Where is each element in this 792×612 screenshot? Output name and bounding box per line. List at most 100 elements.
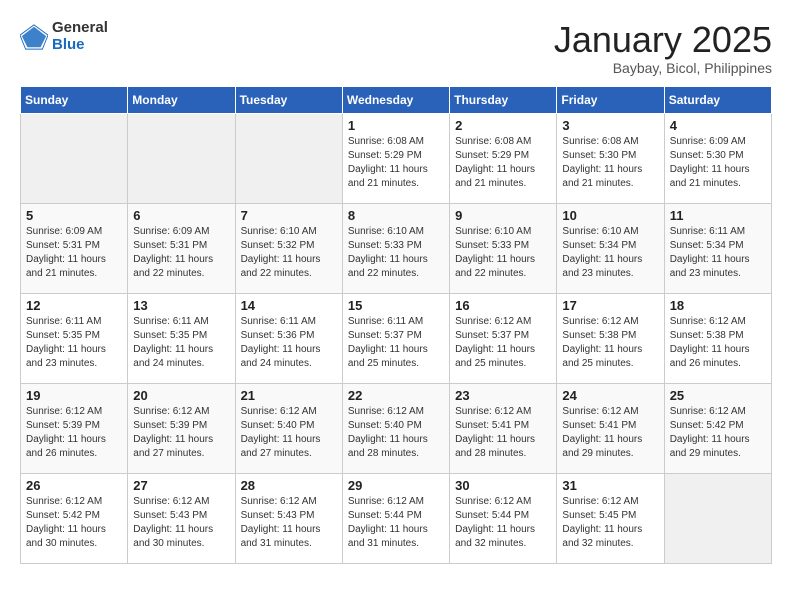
calendar-cell: 21 Sunrise: 6:12 AM Sunset: 5:40 PM Dayli…	[235, 383, 342, 473]
weekday-saturday: Saturday	[664, 86, 771, 113]
calendar-cell: 30 Sunrise: 6:12 AM Sunset: 5:44 PM Dayli…	[450, 473, 557, 563]
calendar-cell	[21, 113, 128, 203]
weekday-tuesday: Tuesday	[235, 86, 342, 113]
calendar-cell: 27 Sunrise: 6:12 AM Sunset: 5:43 PM Dayli…	[128, 473, 235, 563]
calendar-cell: 7 Sunrise: 6:10 AM Sunset: 5:32 PM Daylig…	[235, 203, 342, 293]
calendar-cell: 20Sunrise: 6:12 AM Sunset: 5:39 PM Dayli…	[128, 383, 235, 473]
calendar-cell	[664, 473, 771, 563]
day-info: Sunrise: 6:10 AM Sunset: 5:32 PM Dayligh…	[241, 225, 337, 281]
logo-text: General Blue	[52, 20, 108, 53]
calendar-cell: 15 Sunrise: 6:11 AM Sunset: 5:37 PM Dayli…	[342, 293, 449, 383]
day-info: Sunrise: 6:12 AM Sunset: 5:42 PM Dayligh…	[26, 495, 122, 551]
day-number: 30	[455, 478, 551, 493]
calendar-week-2: 5 Sunrise: 6:09 AM Sunset: 5:31 PM Daylig…	[21, 203, 772, 293]
day-info: Sunrise: 6:12 AM Sunset: 5:44 PM Dayligh…	[455, 495, 551, 551]
calendar-cell: 25Sunrise: 6:12 AM Sunset: 5:42 PM Dayli…	[664, 383, 771, 473]
day-info: Sunrise: 6:11 AM Sunset: 5:34 PM Dayligh…	[670, 225, 766, 281]
calendar-cell: 2Sunrise: 6:08 AM Sunset: 5:29 PM Daylig…	[450, 113, 557, 203]
logo-general: General	[52, 20, 108, 37]
title-block: January 2025 Baybay, Bicol, Philippines	[554, 20, 772, 76]
day-number: 24	[562, 388, 658, 403]
calendar-header: SundayMondayTuesdayWednesdayThursdayFrid…	[21, 86, 772, 113]
day-info: Sunrise: 6:09 AM Sunset: 5:30 PM Dayligh…	[670, 135, 766, 191]
weekday-monday: Monday	[128, 86, 235, 113]
calendar-week-3: 12Sunrise: 6:11 AM Sunset: 5:35 PM Dayli…	[21, 293, 772, 383]
day-info: Sunrise: 6:11 AM Sunset: 5:35 PM Dayligh…	[133, 315, 229, 371]
day-number: 3	[562, 118, 658, 133]
weekday-thursday: Thursday	[450, 86, 557, 113]
day-number: 19	[26, 388, 122, 403]
day-info: Sunrise: 6:10 AM Sunset: 5:33 PM Dayligh…	[348, 225, 444, 281]
calendar-cell: 12Sunrise: 6:11 AM Sunset: 5:35 PM Dayli…	[21, 293, 128, 383]
weekday-sunday: Sunday	[21, 86, 128, 113]
calendar-cell: 23 Sunrise: 6:12 AM Sunset: 5:41 PM Dayli…	[450, 383, 557, 473]
calendar-cell: 24 Sunrise: 6:12 AM Sunset: 5:41 PM Dayli…	[557, 383, 664, 473]
day-info: Sunrise: 6:12 AM Sunset: 5:39 PM Dayligh…	[26, 405, 122, 461]
month-title: January 2025	[554, 20, 772, 60]
calendar-week-1: 1 Sunrise: 6:08 AM Sunset: 5:29 PM Daylig…	[21, 113, 772, 203]
calendar-week-5: 26 Sunrise: 6:12 AM Sunset: 5:42 PM Dayli…	[21, 473, 772, 563]
calendar-week-4: 19 Sunrise: 6:12 AM Sunset: 5:39 PM Dayli…	[21, 383, 772, 473]
day-number: 31	[562, 478, 658, 493]
day-number: 23	[455, 388, 551, 403]
calendar-cell: 6Sunrise: 6:09 AM Sunset: 5:31 PM Daylig…	[128, 203, 235, 293]
calendar-cell: 9 Sunrise: 6:10 AM Sunset: 5:33 PM Daylig…	[450, 203, 557, 293]
calendar-cell: 14 Sunrise: 6:11 AM Sunset: 5:36 PM Dayli…	[235, 293, 342, 383]
day-number: 7	[241, 208, 337, 223]
calendar-cell	[128, 113, 235, 203]
day-number: 21	[241, 388, 337, 403]
day-number: 13	[133, 298, 229, 313]
calendar-cell: 4 Sunrise: 6:09 AM Sunset: 5:30 PM Daylig…	[664, 113, 771, 203]
day-info: Sunrise: 6:11 AM Sunset: 5:36 PM Dayligh…	[241, 315, 337, 371]
day-number: 11	[670, 208, 766, 223]
day-info: Sunrise: 6:12 AM Sunset: 5:41 PM Dayligh…	[455, 405, 551, 461]
calendar-cell: 26 Sunrise: 6:12 AM Sunset: 5:42 PM Dayli…	[21, 473, 128, 563]
day-info: Sunrise: 6:12 AM Sunset: 5:41 PM Dayligh…	[562, 405, 658, 461]
day-number: 17	[562, 298, 658, 313]
calendar-table: SundayMondayTuesdayWednesdayThursdayFrid…	[20, 86, 772, 564]
day-info: Sunrise: 6:12 AM Sunset: 5:44 PM Dayligh…	[348, 495, 444, 551]
day-info: Sunrise: 6:10 AM Sunset: 5:33 PM Dayligh…	[455, 225, 551, 281]
day-info: Sunrise: 6:08 AM Sunset: 5:29 PM Dayligh…	[455, 135, 551, 191]
day-number: 6	[133, 208, 229, 223]
calendar-cell: 5 Sunrise: 6:09 AM Sunset: 5:31 PM Daylig…	[21, 203, 128, 293]
day-number: 8	[348, 208, 444, 223]
logo-blue: Blue	[52, 37, 108, 54]
day-number: 9	[455, 208, 551, 223]
calendar-cell: 17Sunrise: 6:12 AM Sunset: 5:38 PM Dayli…	[557, 293, 664, 383]
weekday-friday: Friday	[557, 86, 664, 113]
day-info: Sunrise: 6:11 AM Sunset: 5:35 PM Dayligh…	[26, 315, 122, 371]
day-info: Sunrise: 6:08 AM Sunset: 5:30 PM Dayligh…	[562, 135, 658, 191]
day-info: Sunrise: 6:12 AM Sunset: 5:38 PM Dayligh…	[670, 315, 766, 371]
day-info: Sunrise: 6:12 AM Sunset: 5:43 PM Dayligh…	[133, 495, 229, 551]
day-number: 4	[670, 118, 766, 133]
day-number: 14	[241, 298, 337, 313]
calendar-body: 1 Sunrise: 6:08 AM Sunset: 5:29 PM Daylig…	[21, 113, 772, 563]
calendar-cell: 1Sunrise: 6:08 AM Sunset: 5:29 PM Daylig…	[342, 113, 449, 203]
day-number: 22	[348, 388, 444, 403]
calendar-cell: 19 Sunrise: 6:12 AM Sunset: 5:39 PM Dayli…	[21, 383, 128, 473]
day-number: 16	[455, 298, 551, 313]
calendar-cell: 8 Sunrise: 6:10 AM Sunset: 5:33 PM Daylig…	[342, 203, 449, 293]
calendar-cell	[235, 113, 342, 203]
day-number: 29	[348, 478, 444, 493]
day-info: Sunrise: 6:11 AM Sunset: 5:37 PM Dayligh…	[348, 315, 444, 371]
weekday-wednesday: Wednesday	[342, 86, 449, 113]
calendar-cell: 16Sunrise: 6:12 AM Sunset: 5:37 PM Dayli…	[450, 293, 557, 383]
weekday-header-row: SundayMondayTuesdayWednesdayThursdayFrid…	[21, 86, 772, 113]
day-number: 26	[26, 478, 122, 493]
day-number: 5	[26, 208, 122, 223]
calendar-cell: 11 Sunrise: 6:11 AM Sunset: 5:34 PM Dayli…	[664, 203, 771, 293]
day-number: 1	[348, 118, 444, 133]
day-number: 20	[133, 388, 229, 403]
calendar-cell: 28Sunrise: 6:12 AM Sunset: 5:43 PM Dayli…	[235, 473, 342, 563]
day-number: 27	[133, 478, 229, 493]
day-info: Sunrise: 6:09 AM Sunset: 5:31 PM Dayligh…	[26, 225, 122, 281]
day-number: 28	[241, 478, 337, 493]
calendar-cell: 22Sunrise: 6:12 AM Sunset: 5:40 PM Dayli…	[342, 383, 449, 473]
day-info: Sunrise: 6:12 AM Sunset: 5:40 PM Dayligh…	[241, 405, 337, 461]
day-number: 15	[348, 298, 444, 313]
day-info: Sunrise: 6:12 AM Sunset: 5:45 PM Dayligh…	[562, 495, 658, 551]
calendar-cell: 3 Sunrise: 6:08 AM Sunset: 5:30 PM Daylig…	[557, 113, 664, 203]
logo-icon	[20, 23, 48, 51]
